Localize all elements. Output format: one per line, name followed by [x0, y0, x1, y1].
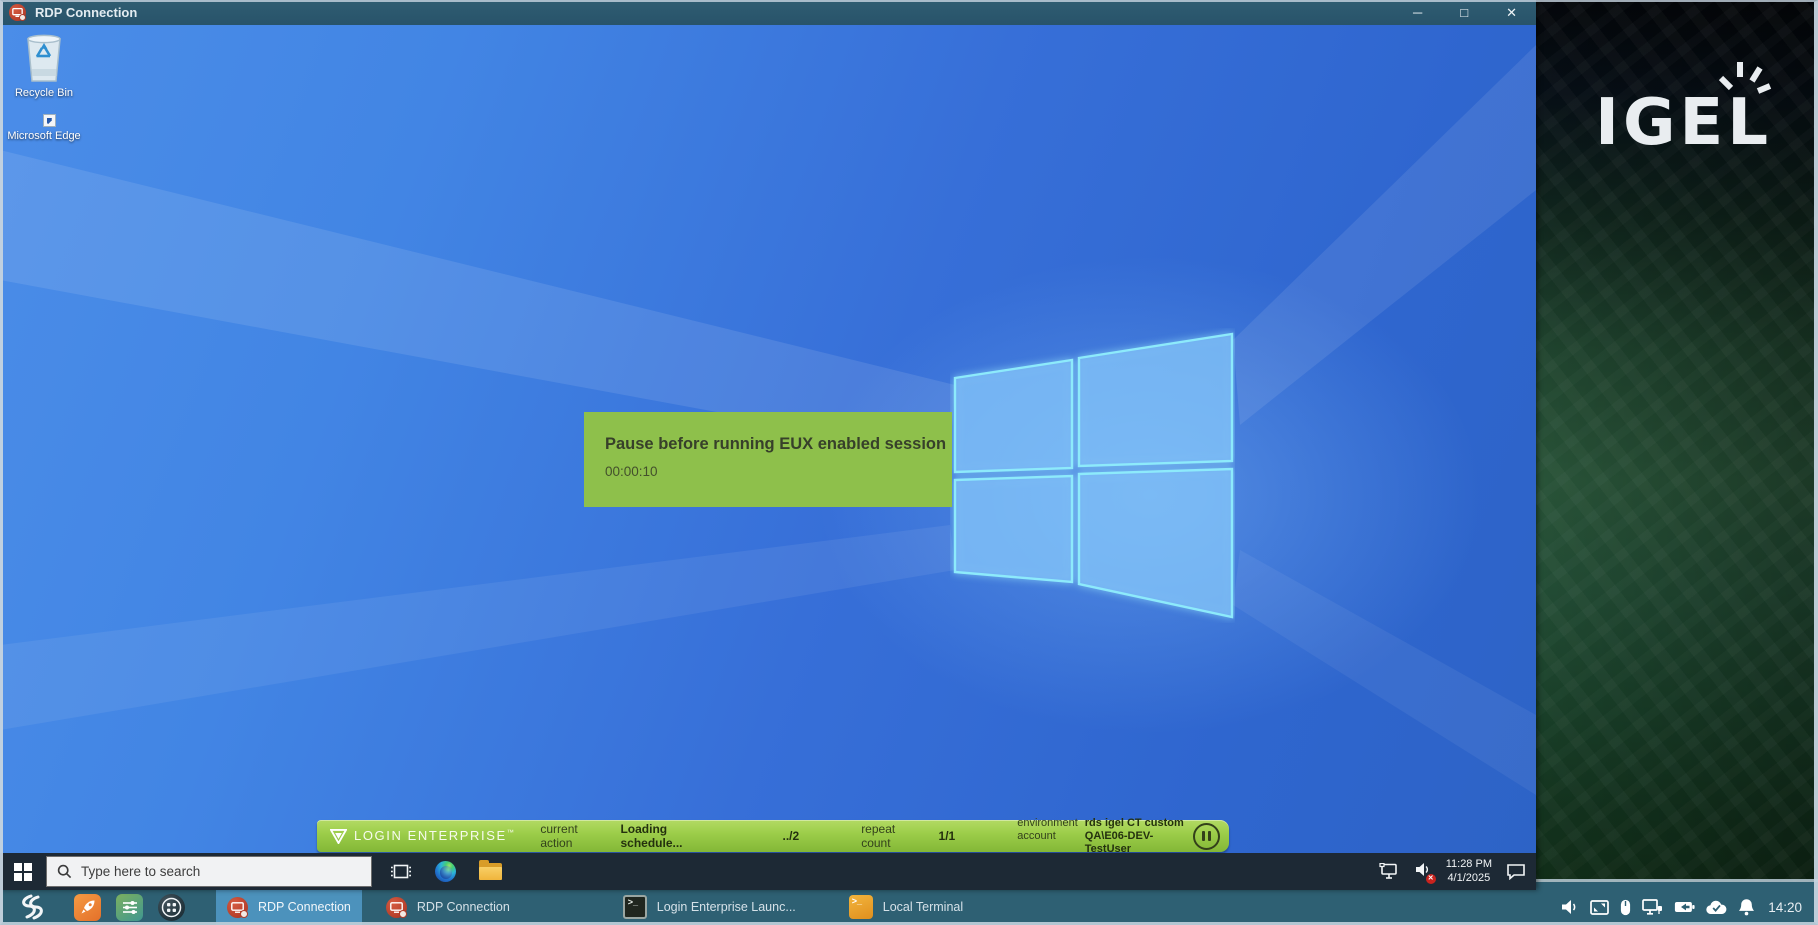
- igel-brand-logo: IGEL: [1595, 86, 1772, 160]
- pause-icon: [1202, 831, 1205, 841]
- rdp-icon: [227, 897, 248, 918]
- taskbar-item-label: Login Enterprise Launc...: [657, 900, 796, 914]
- window-title: RDP Connection: [35, 5, 137, 20]
- recycle-bin-icon: [22, 31, 66, 83]
- brand-text: LOGIN ENTERPRISE: [354, 828, 507, 843]
- igel-clock[interactable]: 14:20: [1768, 900, 1802, 915]
- igel-system-tray: 14:20: [1561, 898, 1808, 916]
- igel-menu-button[interactable]: [10, 892, 54, 922]
- volume-muted-icon[interactable]: ✕: [1415, 862, 1432, 882]
- edge-taskbar-icon[interactable]: [435, 861, 456, 882]
- settings-sliders-icon: [120, 897, 140, 917]
- windows-desktop: Recycle Bin Microsoft Edge Pause before …: [0, 25, 1536, 890]
- rocket-icon: [79, 898, 97, 916]
- taskbar-item-rdp-connection-2[interactable]: RDP Connection: [375, 889, 521, 925]
- pause-status-overlay: Pause before running EUX enabled session…: [584, 412, 952, 507]
- windows-clock-time: 11:28 PM: [1446, 858, 1492, 872]
- app-launcher-button[interactable]: [158, 894, 185, 921]
- taskbar-search[interactable]: [46, 856, 372, 887]
- display-settings-icon[interactable]: [1590, 900, 1609, 915]
- rdp-window-icon: [9, 4, 26, 21]
- volume-icon[interactable]: [1561, 899, 1579, 915]
- monitor-connection-icon[interactable]: [1642, 899, 1663, 915]
- windows-logo-icon: [14, 863, 32, 881]
- windows-clock[interactable]: 11:28 PM 4/1/2025: [1446, 858, 1492, 885]
- taskbar-item-local-terminal[interactable]: >_ Local Terminal: [838, 889, 974, 925]
- brand-trademark: ™: [507, 830, 516, 837]
- environment-value: rds igel CT custom: [1085, 817, 1193, 830]
- desktop-icon-microsoft-edge[interactable]: Microsoft Edge: [6, 126, 82, 142]
- account-value: QA\E06-DEV-TestUser: [1085, 830, 1193, 856]
- pause-timer: 00:00:10: [605, 464, 952, 479]
- settings-button[interactable]: [116, 894, 143, 921]
- shortcut-arrow-icon: [43, 114, 56, 127]
- search-icon: [57, 864, 72, 879]
- desktop-icon-recycle-bin[interactable]: Recycle Bin: [6, 31, 82, 99]
- task-view-icon[interactable]: [390, 863, 412, 880]
- pause-button[interactable]: [1193, 823, 1220, 850]
- igel-spark-icon: [1712, 58, 1774, 100]
- login-enterprise-brand: LOGIN ENTERPRISE™: [330, 828, 515, 844]
- desktop-icon-label: Recycle Bin: [15, 87, 73, 99]
- repeat-count-label: repeat count: [861, 822, 925, 850]
- taskbar-item-label: RDP Connection: [417, 900, 510, 914]
- current-action-label: current action: [540, 822, 610, 850]
- progress-value: ../2: [783, 829, 800, 843]
- volume-muted-badge: ✕: [1426, 874, 1436, 884]
- environment-label: environment: [1017, 817, 1078, 830]
- taskbar-item-label: RDP Connection: [258, 900, 351, 914]
- app-grid-icon: [161, 897, 182, 918]
- terminal-orange-icon: >_: [849, 895, 873, 919]
- environment-account-block: environment rds igel CT custom account Q…: [1017, 817, 1193, 856]
- windows-system-tray: ✕ 11:28 PM 4/1/2025: [1379, 858, 1536, 885]
- desktop-icon-label: Microsoft Edge: [7, 130, 80, 142]
- close-button[interactable]: ✕: [1506, 0, 1517, 25]
- windows-clock-date: 4/1/2025: [1446, 872, 1492, 886]
- network-icon[interactable]: [1379, 863, 1401, 880]
- start-button[interactable]: [0, 853, 46, 890]
- repeat-count-value: 1/1: [939, 829, 956, 843]
- taskbar-item-rdp-connection-active[interactable]: RDP Connection: [216, 889, 362, 925]
- file-explorer-icon[interactable]: [479, 863, 502, 880]
- setup-wizard-button[interactable]: [74, 894, 101, 921]
- cloud-sync-icon[interactable]: [1706, 900, 1727, 915]
- login-enterprise-logo-icon: [330, 829, 347, 844]
- igel-menu-icon: [17, 894, 47, 920]
- account-label: account: [1017, 830, 1078, 856]
- minimize-button[interactable]: ─: [1413, 0, 1422, 25]
- action-center-icon[interactable]: [1506, 863, 1526, 880]
- taskbar-item-login-enterprise-launcher[interactable]: >_ Login Enterprise Launc...: [612, 889, 807, 925]
- windows-flag-logo: [950, 328, 1235, 623]
- windows-taskbar: ✕ 11:28 PM 4/1/2025: [0, 853, 1536, 890]
- maximize-button[interactable]: □: [1460, 0, 1468, 25]
- taskbar-item-label: Local Terminal: [883, 900, 963, 914]
- pause-title: Pause before running EUX enabled session: [605, 435, 952, 454]
- battery-status-icon[interactable]: [1674, 901, 1695, 913]
- mouse-icon[interactable]: [1620, 899, 1631, 916]
- rdp-icon: [386, 897, 407, 918]
- rdp-connection-window: RDP Connection ─ □ ✕: [0, 0, 1536, 890]
- igel-screen: IGEL: [0, 0, 1818, 925]
- login-enterprise-status-bar: LOGIN ENTERPRISE™ current action Loading…: [317, 820, 1229, 852]
- window-titlebar[interactable]: RDP Connection ─ □ ✕: [0, 0, 1536, 25]
- search-input[interactable]: [81, 864, 361, 879]
- notifications-bell-icon[interactable]: [1738, 898, 1755, 916]
- terminal-dark-icon: >_: [623, 895, 647, 919]
- current-action-value: Loading schedule...: [620, 822, 728, 850]
